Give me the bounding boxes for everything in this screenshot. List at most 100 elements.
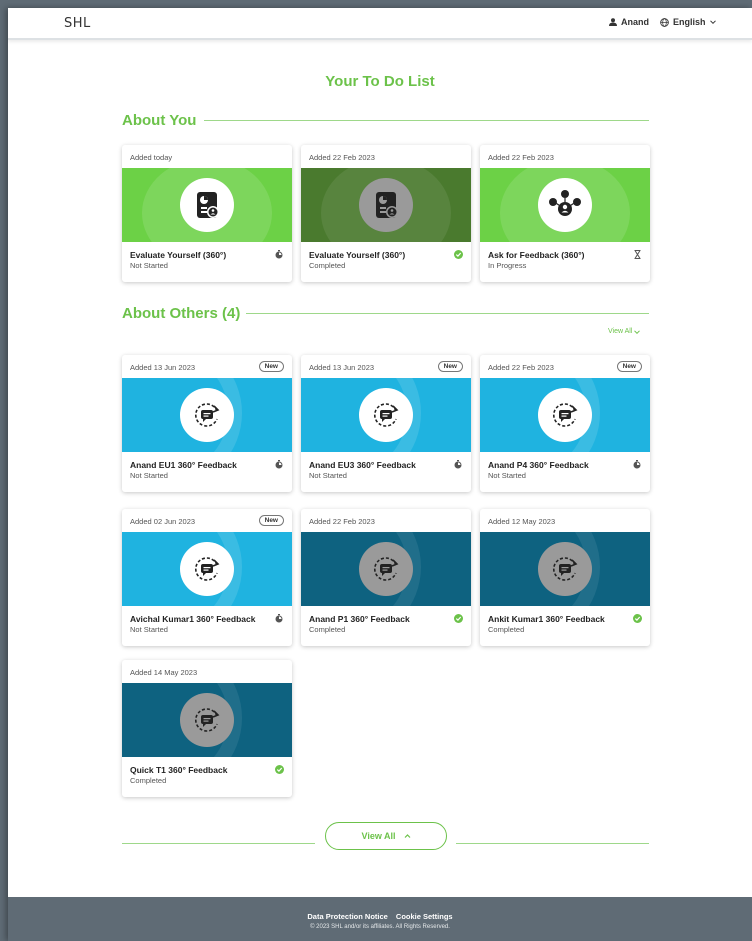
todo-card[interactable]: Added 13 Jun 2023 New Anand EU1 360° Fee… — [122, 355, 292, 492]
view-all-link[interactable]: View All — [608, 328, 641, 335]
app-window: SHL Anand English Your To Do List About … — [8, 8, 752, 941]
bottom-divider — [456, 843, 649, 844]
card-title: Anand P4 360° Feedback — [488, 460, 589, 470]
card-image — [122, 532, 292, 606]
page-title: Your To Do List — [325, 73, 435, 90]
view-all-button-label: View All — [361, 831, 396, 841]
card-added-date: Added 12 May 2023 — [488, 517, 556, 526]
card-status: Not Started — [130, 261, 168, 270]
top-header: SHL Anand English — [8, 8, 752, 40]
card-image — [301, 532, 471, 606]
card-added-date: Added 14 May 2023 — [130, 668, 198, 677]
user-icon — [609, 18, 617, 26]
todo-card[interactable]: Added 13 Jun 2023 New Anand EU3 360° Fee… — [301, 355, 471, 492]
card-added-date: Added 22 Feb 2023 — [309, 153, 375, 162]
people-network-icon — [549, 190, 581, 216]
card-title: Quick T1 360° Feedback — [130, 765, 228, 775]
section-title-about-others: About Others (4) — [122, 305, 241, 322]
feedback-refresh-icon — [195, 403, 220, 427]
chevron-down-icon — [709, 20, 716, 25]
check-circle-icon — [453, 249, 463, 259]
card-title: Anand P1 360° Feedback — [309, 614, 410, 624]
self-evaluation-icon — [197, 192, 219, 218]
todo-card[interactable]: Added 22 Feb 2023 Evaluate Yourself (360… — [301, 145, 471, 282]
card-status: Not Started — [130, 471, 168, 480]
footer: Data Protection Notice Cookie Settings ©… — [8, 897, 752, 941]
card-status: Not Started — [488, 471, 526, 480]
card-image — [122, 378, 292, 452]
chevron-down-icon — [634, 329, 641, 334]
data-protection-link[interactable]: Data Protection Notice — [307, 912, 387, 921]
check-circle-icon — [453, 613, 463, 623]
new-badge: New — [616, 361, 642, 372]
card-title: Ankit Kumar1 360° Feedback — [488, 614, 605, 624]
card-added-date: Added 02 Jun 2023 — [130, 517, 196, 526]
todo-card[interactable]: Added 22 Feb 2023 Anand P1 360° Feedback… — [301, 509, 471, 646]
card-image — [122, 683, 292, 757]
report-icon-circle — [180, 178, 234, 232]
card-image — [122, 168, 292, 242]
card-added-date: Added 22 Feb 2023 — [488, 153, 554, 162]
card-added-date: Added 22 Feb 2023 — [488, 363, 554, 372]
feedback-refresh-icon — [553, 557, 578, 581]
feedback-circle — [180, 542, 234, 596]
card-title: Anand EU1 360° Feedback — [130, 460, 237, 470]
card-title: Evaluate Yourself (360°) — [130, 250, 227, 260]
hourglass-icon — [632, 249, 642, 259]
view-all-link-label: View All — [608, 328, 633, 335]
report-icon-circle — [359, 178, 413, 232]
card-image — [301, 168, 471, 242]
check-circle-icon — [632, 613, 642, 623]
section-divider — [204, 120, 649, 121]
todo-card[interactable]: Added 14 May 2023 Quick T1 360° Feedback… — [122, 660, 292, 797]
todo-card[interactable]: Added 22 Feb 2023 New Anand P4 360° Feed… — [480, 355, 650, 492]
card-added-date: Added 13 Jun 2023 — [309, 363, 375, 372]
card-added-date: Added 22 Feb 2023 — [309, 517, 375, 526]
todo-card[interactable]: Added today Evaluate Yourself (360°) Not… — [122, 145, 292, 282]
card-image — [480, 168, 650, 242]
feedback-refresh-icon — [195, 557, 220, 581]
copyright-text: © 2023 SHL and/or its affiliates. All Ri… — [310, 924, 450, 930]
card-title: Avichal Kumar1 360° Feedback — [130, 614, 256, 624]
todo-card[interactable]: Added 22 Feb 2023 Ask for Feedback (360°… — [480, 145, 650, 282]
card-title: Evaluate Yourself (360°) — [309, 250, 406, 260]
timer-icon — [453, 459, 463, 469]
feedback-circle — [180, 388, 234, 442]
timer-icon — [274, 249, 284, 259]
self-evaluation-icon — [376, 192, 398, 218]
card-image — [480, 532, 650, 606]
check-circle-icon — [274, 764, 284, 774]
card-status: Completed — [130, 776, 167, 785]
card-added-date: Added today — [130, 153, 173, 162]
chevron-up-icon — [404, 834, 410, 838]
feedback-circle — [538, 542, 592, 596]
card-title: Ask for Feedback (360°) — [488, 250, 585, 260]
todo-card[interactable]: Added 02 Jun 2023 New Avichal Kumar1 360… — [122, 509, 292, 646]
card-status: Not Started — [309, 471, 347, 480]
user-name: Anand — [621, 17, 649, 27]
section-divider — [246, 313, 649, 314]
globe-icon — [660, 17, 669, 27]
card-status: Completed — [309, 261, 346, 270]
section-title-about-you: About You — [122, 112, 197, 129]
feedback-circle — [538, 388, 592, 442]
user-menu[interactable]: Anand — [609, 17, 649, 27]
view-all-button[interactable]: View All — [325, 822, 447, 850]
card-status: In Progress — [488, 261, 527, 270]
feedback-circle — [359, 542, 413, 596]
language-selector[interactable]: English — [660, 17, 716, 27]
feedback-refresh-icon — [195, 708, 220, 732]
bottom-divider — [122, 843, 315, 844]
card-status: Not Started — [130, 625, 168, 634]
shl-logo[interactable]: SHL — [64, 16, 91, 31]
feedback-refresh-icon — [553, 403, 578, 427]
timer-icon — [274, 613, 284, 623]
feedback-circle — [359, 388, 413, 442]
feedback-refresh-icon — [374, 557, 399, 581]
card-added-date: Added 13 Jun 2023 — [130, 363, 196, 372]
feedback-circle — [180, 693, 234, 747]
todo-card[interactable]: Added 12 May 2023 Ankit Kumar1 360° Feed… — [480, 509, 650, 646]
new-badge: New — [258, 361, 284, 372]
cookie-settings-link[interactable]: Cookie Settings — [396, 912, 453, 921]
card-status: Completed — [309, 625, 346, 634]
